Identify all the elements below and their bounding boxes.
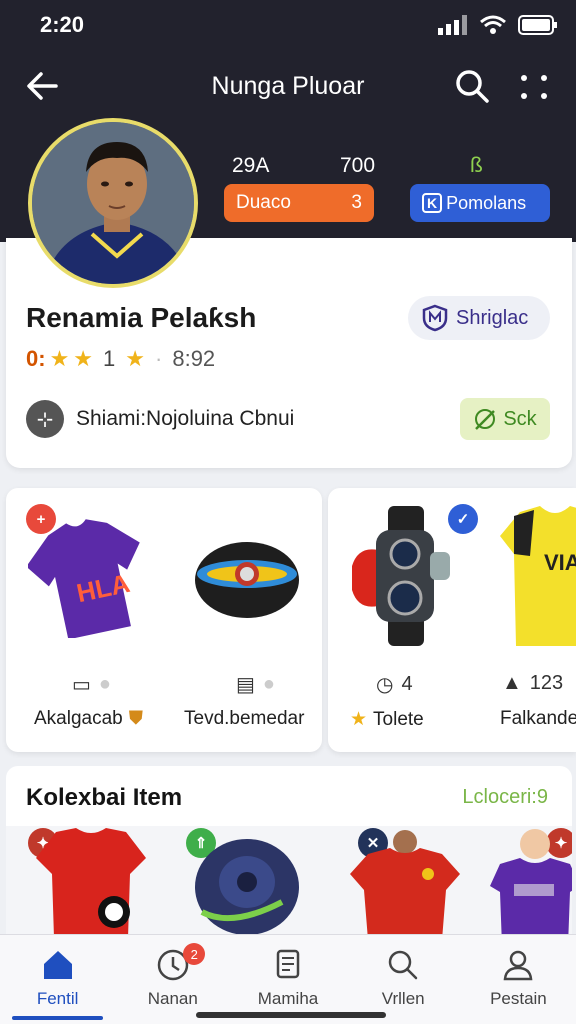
collection-strip: ✦ ⇑ ✕ ✦ — [6, 826, 572, 946]
item-meta: ◷ 4 — [376, 672, 413, 697]
play-icon: ▲ — [502, 672, 522, 694]
rating-count: 1 — [103, 346, 116, 371]
svg-text:VIA: VIA — [544, 550, 576, 575]
status-icons — [438, 14, 558, 36]
rating-value: 8:92 — [172, 346, 216, 371]
follow-label: Sck — [503, 407, 537, 430]
item-meta: ▭ ● — [72, 672, 111, 697]
follow-button[interactable]: Sck — [460, 398, 550, 440]
stat-value: 700 — [340, 154, 376, 177]
item-card[interactable]: ✓ ◷ 4 ★ Tolete VIA ▲ 123 Falkande — [328, 488, 576, 752]
stat-value: 29A — [232, 154, 270, 177]
rating-separator: · — [155, 346, 163, 371]
item[interactable]: ▤ ● Tevd.bemedar — [164, 488, 322, 752]
rating-prefix: 0: — [26, 346, 46, 371]
jersey-image: HLA — [28, 519, 140, 638]
star-icon: ★ — [73, 346, 94, 371]
player-avatar — [28, 118, 198, 288]
signal-icon — [438, 15, 467, 35]
status-time: 2:20 — [40, 12, 85, 37]
item-label: Falkande — [500, 708, 576, 729]
primary-action-button[interactable]: Duaco 3 — [224, 184, 374, 222]
search-icon — [388, 950, 418, 980]
collection-item[interactable] — [490, 826, 572, 946]
item-label: Akalgacab ⛊ — [34, 708, 143, 729]
pin-icon: ⊹ — [26, 400, 64, 438]
stat-value: ß — [470, 154, 483, 177]
nav-label: Vrllen — [381, 989, 425, 1008]
location-row: ⊹ Shiami:Nojoluina Cbnui — [26, 400, 294, 438]
primary-action-label: Duaco — [236, 192, 291, 213]
secondary-action-icon: K — [422, 193, 443, 213]
item-label: ★ Tolete — [350, 708, 424, 731]
search-icon — [456, 70, 489, 103]
nav-label: Nanan — [147, 989, 198, 1008]
collection-title: Kolexbai Item — [26, 784, 183, 811]
star-icon: ★ — [125, 346, 146, 371]
more-icon — [521, 75, 547, 99]
nav-scroll[interactable]: Mamiha — [230, 935, 345, 1024]
nav-label: Mamiha — [257, 989, 319, 1008]
item[interactable]: VIA ▲ 123 Falkande — [488, 488, 576, 752]
rating: 0: ★ ★ 1 ★ · 8:92 — [26, 346, 215, 372]
notification-badge: 2 — [183, 943, 206, 965]
nav-home[interactable]: Fentil — [0, 935, 115, 1024]
scroll-icon — [276, 949, 300, 979]
item-meta: ▤ ● — [236, 672, 275, 697]
primary-action-suffix: 3 — [351, 192, 362, 213]
crest-icon: ⛊ — [128, 708, 143, 729]
book-icon: ▭ — [72, 674, 91, 696]
collection-section: Kolexbai Item Lcloceri:9 ✦ ⇑ ✕ ✦ — [6, 766, 572, 946]
nav-label: Fentil — [36, 989, 79, 1008]
collection-item[interactable] — [350, 830, 460, 940]
status-bar: 2:20 — [0, 0, 576, 52]
item-card[interactable]: + HLA ▭ ● Akalgacab ⛊ ▤ ● Tevd.bemedar — [6, 488, 322, 752]
shield-small-icon: ● — [98, 673, 111, 695]
nav-search[interactable]: Vrllen — [346, 935, 461, 1024]
shield-icon — [422, 304, 448, 332]
shield-small-icon: ● — [262, 673, 275, 695]
clock-small-icon: ◷ — [376, 674, 394, 696]
list-icon: ▤ — [236, 674, 255, 696]
item[interactable]: + HLA ▭ ● Akalgacab ⛊ — [6, 488, 164, 752]
location-text: Shiami:Nojoluina Cbnui — [76, 407, 295, 430]
nav-profile[interactable]: Pestain — [461, 935, 576, 1024]
star-icon: ★ — [350, 709, 368, 730]
item[interactable]: ✓ ◷ 4 ★ Tolete — [328, 488, 488, 752]
secondary-action-button[interactable]: K Pomolans — [410, 184, 550, 222]
item-count: 123 — [529, 672, 564, 694]
collection-see-all-link[interactable]: Lcloceri:9 — [462, 786, 548, 809]
item-meta: ▲ 123 — [502, 672, 563, 695]
home-indicator — [196, 1012, 386, 1018]
nav-label: Pestain — [490, 989, 547, 1008]
battery-icon — [518, 15, 557, 35]
collection-item[interactable] — [192, 832, 302, 942]
secondary-action-label: Pomolans — [446, 192, 527, 213]
search-button[interactable] — [452, 66, 492, 106]
badge-label: Shriglac — [456, 306, 529, 329]
more-button[interactable] — [514, 70, 554, 104]
bottom-nav: Fentil 2 Nanan Mamiha Vrllen Pestain — [0, 934, 576, 1024]
item-count: 4 — [401, 673, 413, 695]
wifi-icon — [480, 15, 506, 34]
badge-button[interactable]: Shriglac — [408, 296, 550, 340]
collection-item[interactable] — [36, 828, 146, 938]
watch-image — [352, 506, 450, 646]
profile-header: Nunga Pluoar 29A 700 ß Duaco 3 K Pomolan… — [0, 52, 576, 288]
check-icon — [475, 409, 496, 430]
nav-activity[interactable]: 2 Nanan — [115, 935, 230, 1024]
item-label: Tevd.bemedar — [184, 708, 305, 729]
ball-image — [195, 542, 299, 618]
player-name: Renamia Pelaƙsh — [26, 302, 257, 333]
yellow-jersey-image: VIA — [500, 506, 576, 646]
player-photo — [32, 122, 194, 284]
user-icon — [504, 950, 533, 981]
home-icon — [43, 951, 72, 979]
star-icon: ★ — [49, 346, 70, 371]
